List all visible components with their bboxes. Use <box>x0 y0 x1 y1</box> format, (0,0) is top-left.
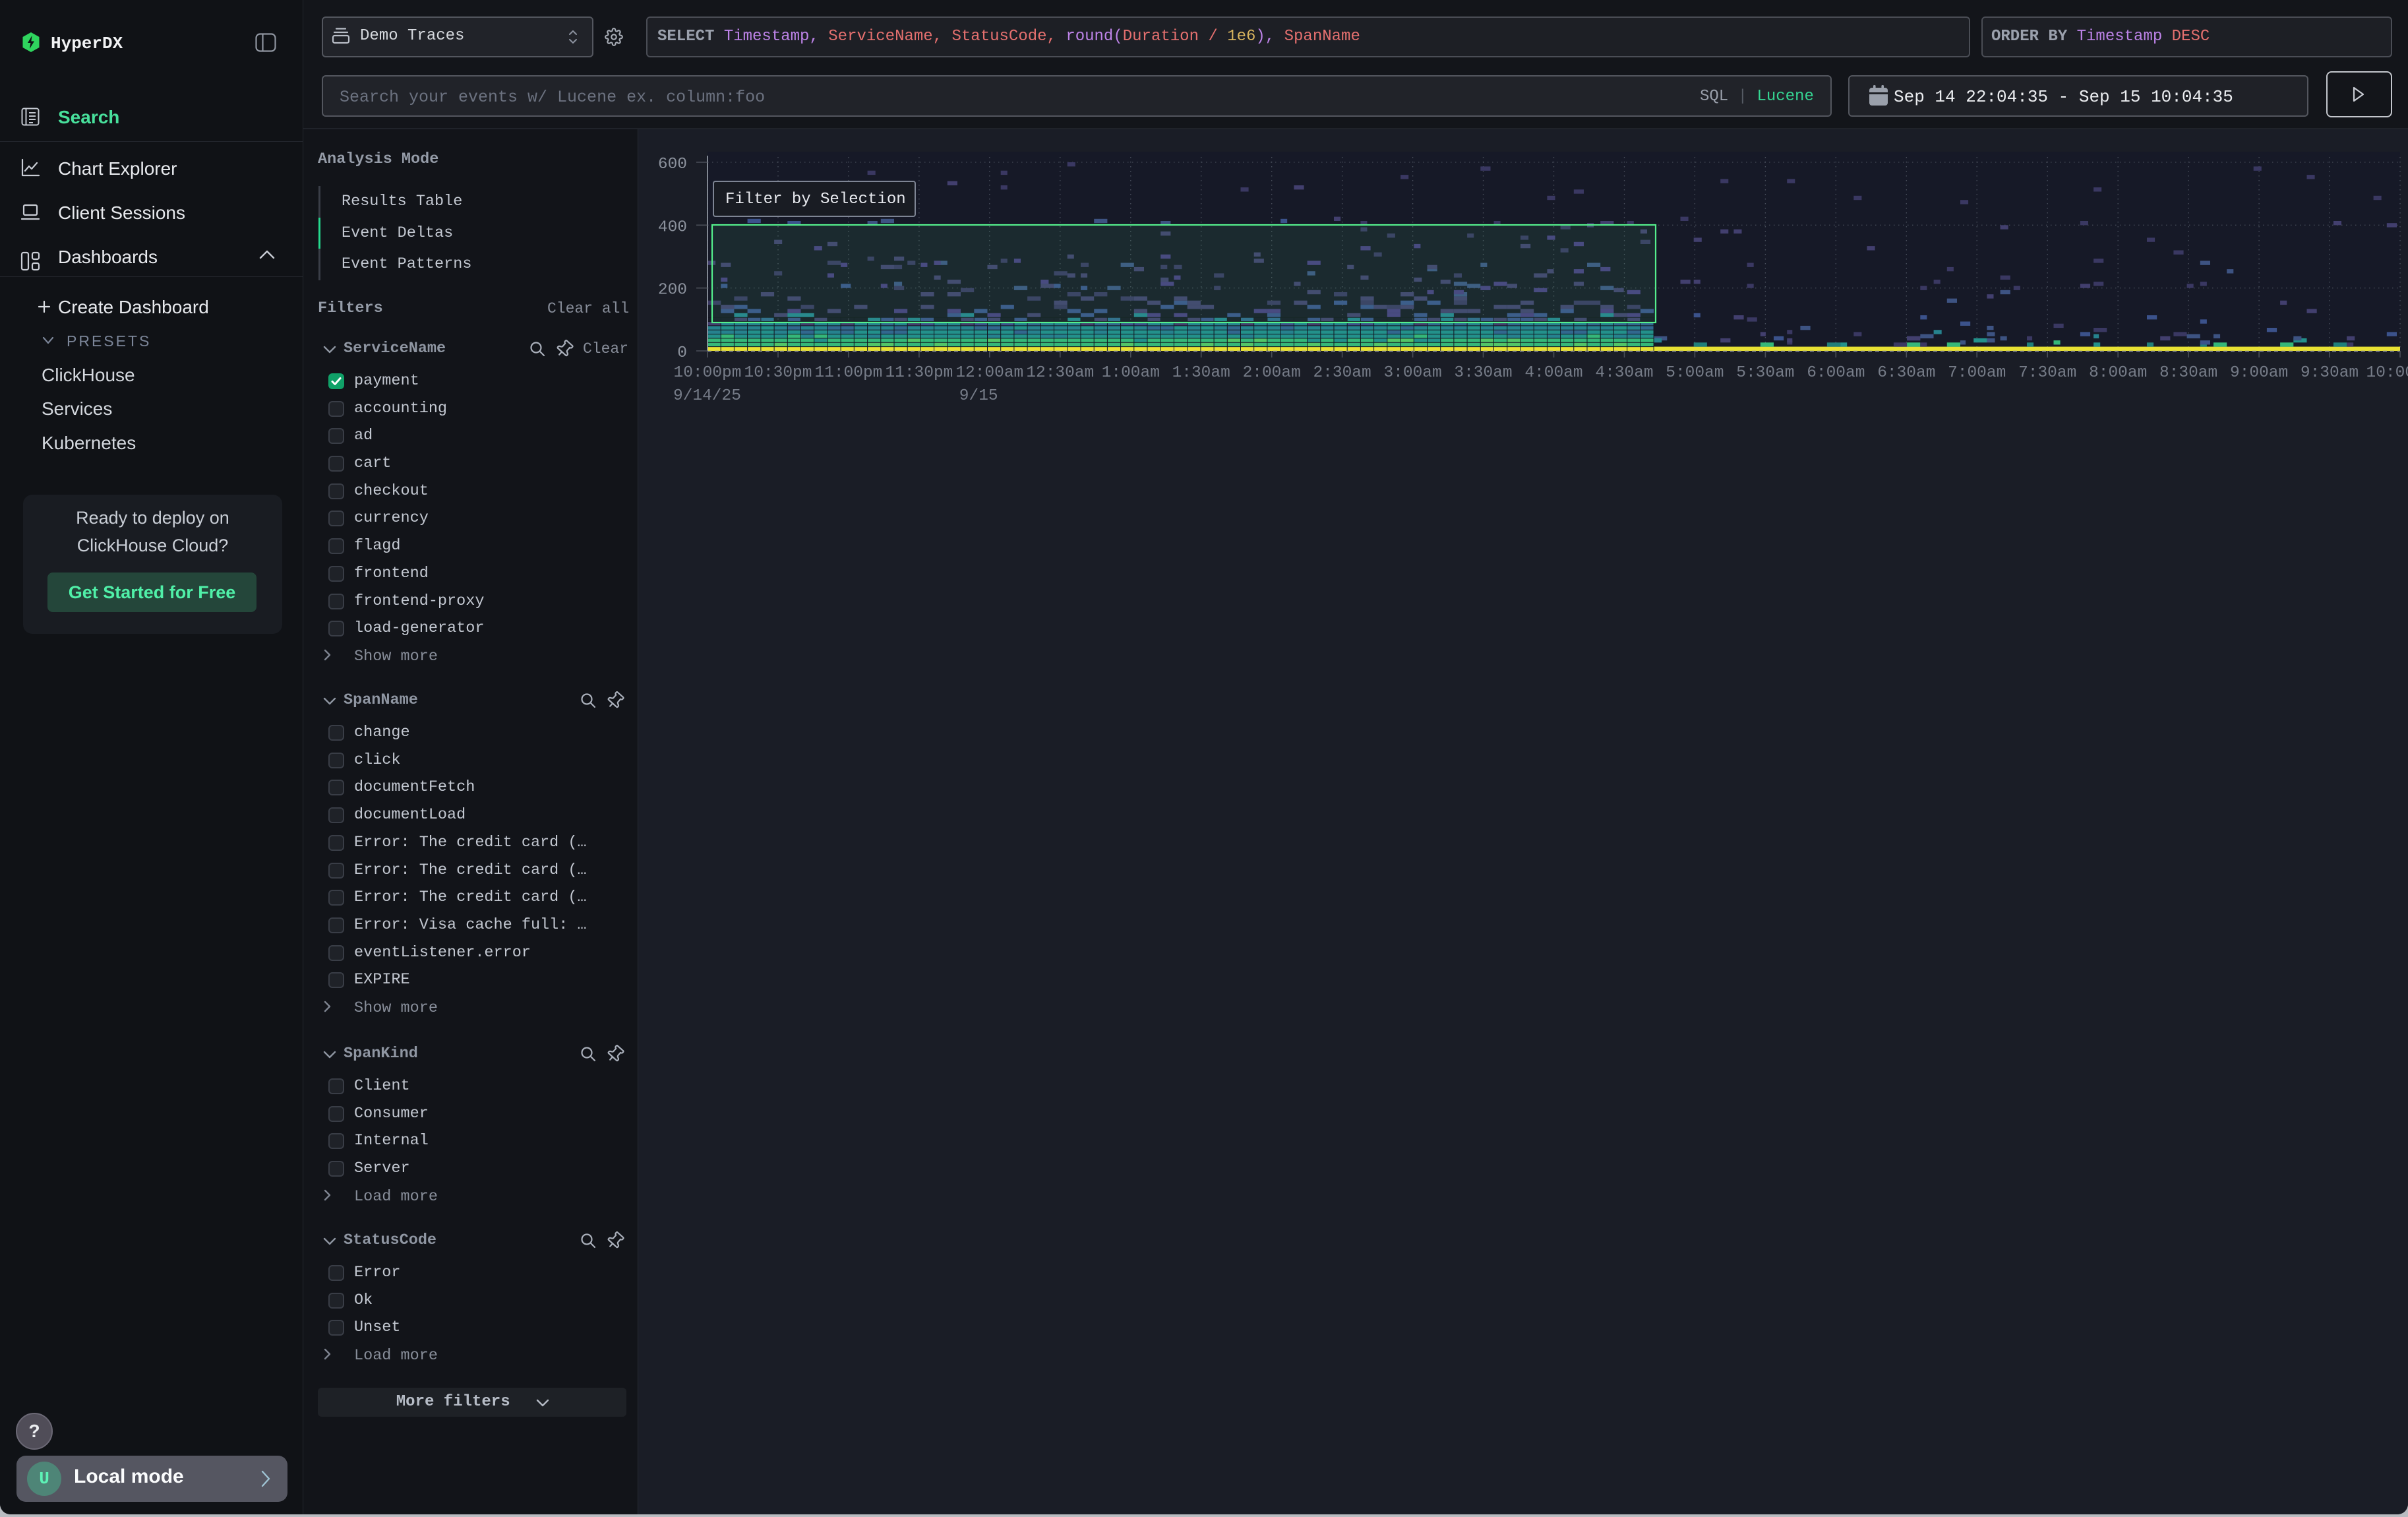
svg-text:10:00pm: 10:00pm <box>674 364 742 382</box>
svg-text:9/15: 9/15 <box>959 387 998 405</box>
svg-text:12:30am: 12:30am <box>1026 364 1094 382</box>
svg-text:5:30am: 5:30am <box>1736 364 1794 382</box>
svg-text:6:00am: 6:00am <box>1807 364 1865 382</box>
svg-text:3:30am: 3:30am <box>1454 364 1512 382</box>
svg-text:0: 0 <box>677 344 687 362</box>
svg-text:200: 200 <box>658 282 687 299</box>
svg-text:5:00am: 5:00am <box>1666 364 1724 382</box>
svg-text:600: 600 <box>658 156 687 173</box>
svg-text:2:00am: 2:00am <box>1243 364 1301 382</box>
svg-text:7:00am: 7:00am <box>1948 364 2006 382</box>
svg-text:12:00am: 12:00am <box>955 364 1023 382</box>
svg-text:400: 400 <box>658 218 687 236</box>
svg-text:4:00am: 4:00am <box>1524 364 1582 382</box>
svg-text:10:30pm: 10:30pm <box>744 364 812 382</box>
svg-text:9:00am: 9:00am <box>2230 364 2288 382</box>
svg-text:11:30pm: 11:30pm <box>885 364 953 382</box>
svg-text:8:30am: 8:30am <box>2159 364 2217 382</box>
svg-text:9:30am: 9:30am <box>2301 364 2359 382</box>
svg-text:7:30am: 7:30am <box>2018 364 2076 382</box>
svg-text:11:00pm: 11:00pm <box>814 364 882 382</box>
svg-text:9/14/25: 9/14/25 <box>673 387 741 405</box>
svg-text:3:00am: 3:00am <box>1383 364 1441 382</box>
svg-text:1:00am: 1:00am <box>1102 364 1160 382</box>
svg-text:10:00am: 10:00am <box>2366 364 2408 382</box>
svg-text:6:30am: 6:30am <box>1877 364 1935 382</box>
svg-text:1:30am: 1:30am <box>1172 364 1230 382</box>
svg-text:4:30am: 4:30am <box>1595 364 1653 382</box>
svg-text:8:00am: 8:00am <box>2089 364 2147 382</box>
svg-text:2:30am: 2:30am <box>1313 364 1371 382</box>
